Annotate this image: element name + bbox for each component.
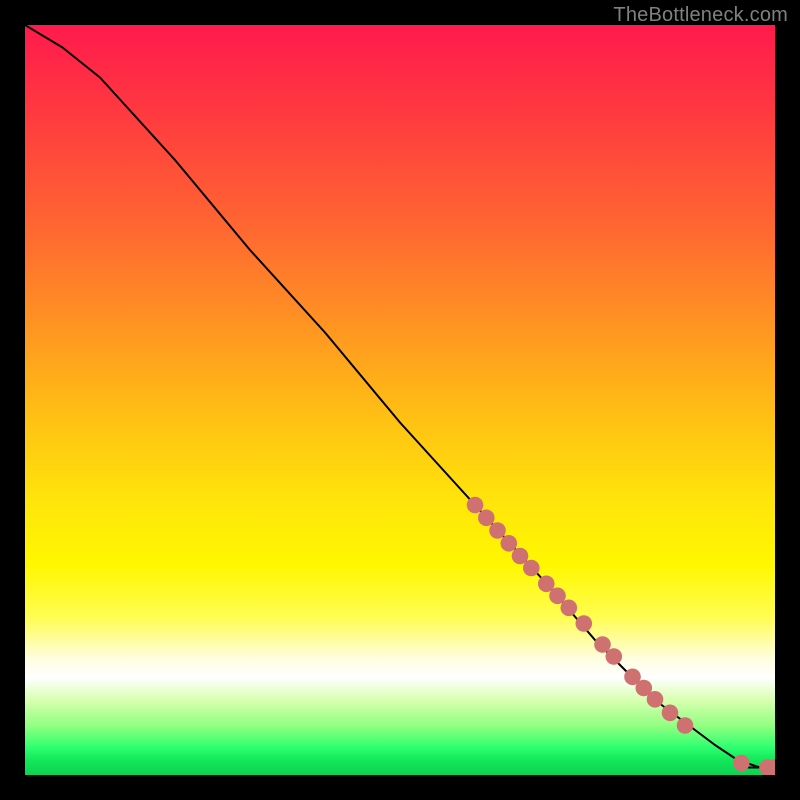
data-marker: [561, 600, 578, 617]
data-marker: [489, 522, 506, 539]
data-marker: [606, 648, 623, 665]
data-marker: [523, 560, 540, 577]
data-marker: [501, 535, 518, 552]
data-marker: [677, 717, 694, 734]
data-marker: [478, 510, 495, 527]
data-marker: [467, 497, 484, 514]
data-marker: [576, 615, 593, 632]
data-marker: [647, 691, 664, 708]
chart-stage: TheBottleneck.com: [0, 0, 800, 800]
markers-group: [467, 497, 775, 775]
curve-line: [25, 25, 775, 768]
chart-svg: [25, 25, 775, 775]
attribution-text: TheBottleneck.com: [613, 4, 788, 27]
data-marker: [733, 755, 750, 772]
data-marker: [662, 705, 679, 722]
plot-area: [25, 25, 775, 775]
